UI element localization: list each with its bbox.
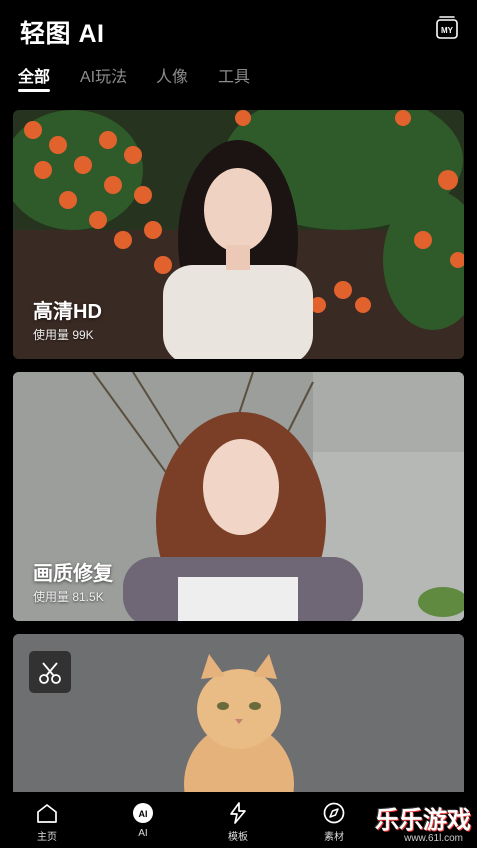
feature-card-cutout[interactable] [13, 634, 464, 804]
card-title: 画质修复 [33, 563, 113, 585]
my-profile-icon[interactable]: MY [435, 14, 459, 40]
nav-templates[interactable]: 模板 [208, 798, 268, 843]
nav-home[interactable]: 主页 [17, 798, 77, 843]
feature-card-quality-repair[interactable]: 画质修复 使用量 81.5K [13, 372, 464, 621]
lightning-icon [230, 802, 246, 824]
svg-text:AI: AI [139, 809, 148, 819]
tab-portrait[interactable]: 人像 [156, 63, 188, 87]
nav-home-label: 主页 [37, 832, 57, 843]
tab-ai-play[interactable]: AI玩法 [80, 63, 127, 87]
cutout-tool-button[interactable] [29, 651, 71, 693]
card-usage: 使用量 99K [33, 328, 94, 342]
app-title: 轻图 AI [20, 20, 105, 48]
card-image-cat [13, 634, 464, 804]
category-tabs: 全部 AI玩法 人像 工具 [0, 60, 477, 96]
ai-icon: AI [133, 803, 153, 823]
watermark-logo: 乐乐游戏 [375, 807, 471, 834]
compass-icon [323, 802, 345, 824]
feature-card-hd[interactable]: 高清HD 使用量 99K [13, 110, 464, 359]
nav-materials[interactable]: 素材 [304, 798, 364, 843]
card-usage: 使用量 81.5K [33, 590, 104, 604]
tab-all[interactable]: 全部 [18, 63, 50, 87]
active-tab-indicator [18, 89, 50, 92]
nav-materials-label: 素材 [324, 832, 344, 843]
nav-ai-label: AI [138, 828, 148, 839]
card-title: 高清HD [33, 301, 102, 323]
scissors-icon [39, 662, 61, 684]
my-icon-text: MY [441, 26, 454, 35]
header: 轻图 AI MY [0, 0, 477, 58]
tab-tools[interactable]: 工具 [218, 63, 250, 87]
nav-templates-label: 模板 [228, 832, 248, 843]
watermark-url: www.61l.com [404, 833, 463, 844]
nav-ai[interactable]: AI AI [113, 798, 173, 839]
home-icon [37, 804, 57, 823]
